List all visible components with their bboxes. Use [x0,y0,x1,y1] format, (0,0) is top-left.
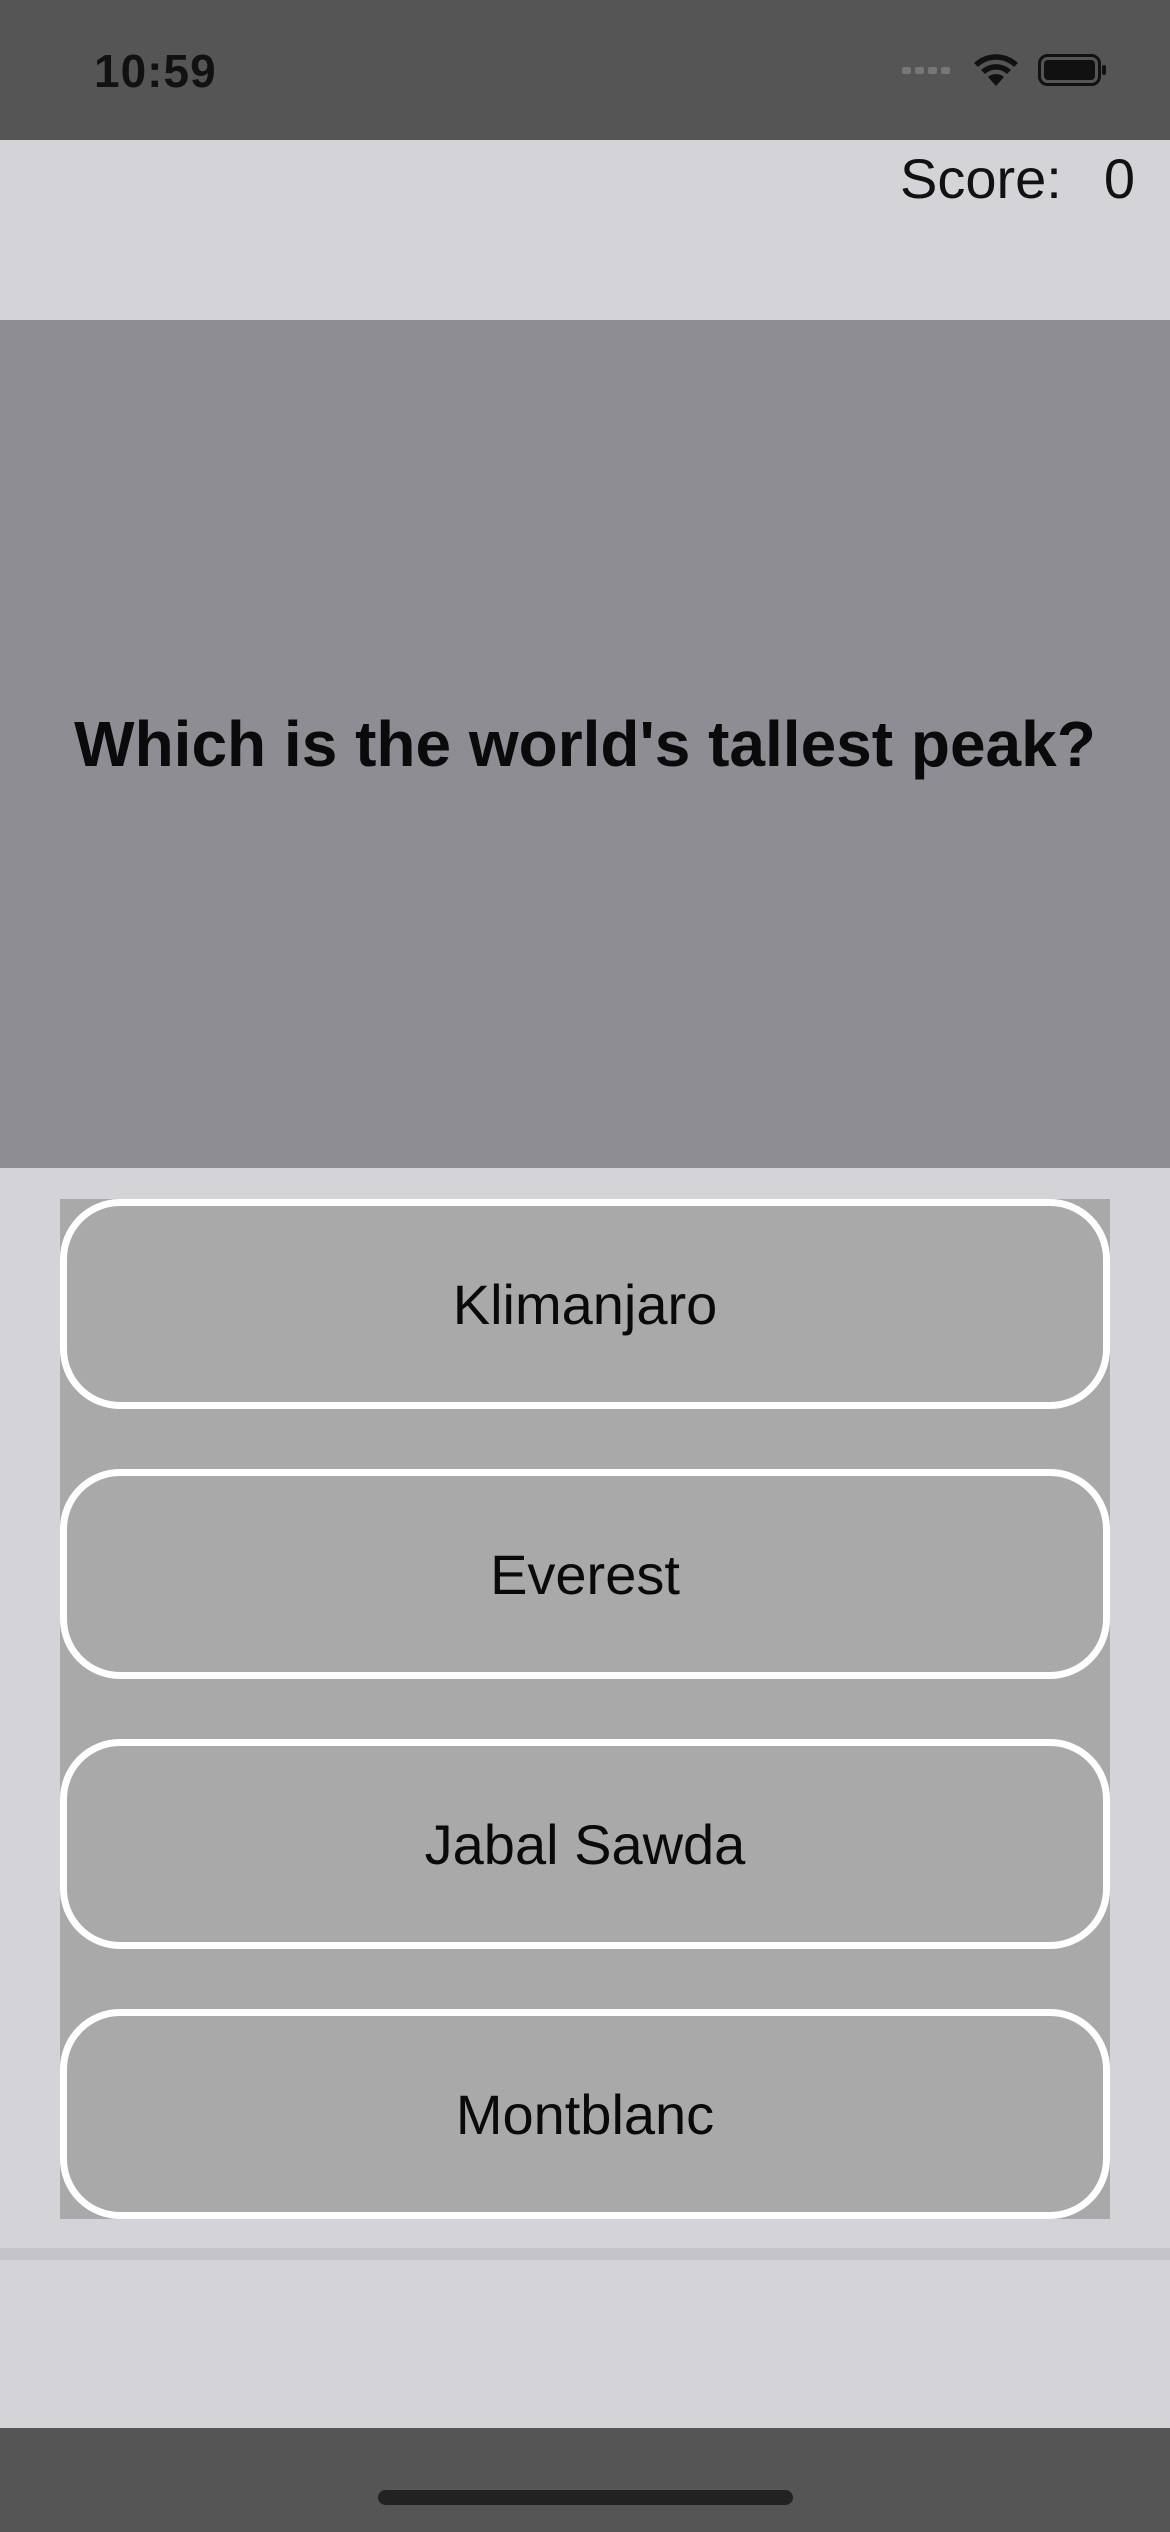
bottom-bar [0,2428,1170,2532]
score-row: Score: 0 [0,140,1170,320]
answer-button-jabal-sawda[interactable]: Jabal Sawda [60,1739,1110,1949]
signal-icon [902,63,954,82]
answers-container: Klimanjaro Everest Jabal Sawda Montblanc [60,1199,1110,2219]
score-label: Score: [900,147,1062,210]
status-bar: 10:59 [0,0,1170,140]
answer-button-everest[interactable]: Everest [60,1469,1110,1679]
answer-button-klimanjaro[interactable]: Klimanjaro [60,1199,1110,1409]
divider [0,2248,1170,2260]
battery-icon [1038,52,1108,93]
status-time: 10:59 [94,45,217,97]
score-value: 0 [1103,147,1135,210]
question-panel: Which is the world's tallest peak? [0,320,1170,1168]
question-text: Which is the world's tallest peak? [74,708,1096,780]
answer-button-montblanc[interactable]: Montblanc [60,2009,1110,2219]
home-indicator[interactable] [378,2490,793,2505]
wifi-icon [972,52,1020,93]
status-icons [902,52,1108,92]
